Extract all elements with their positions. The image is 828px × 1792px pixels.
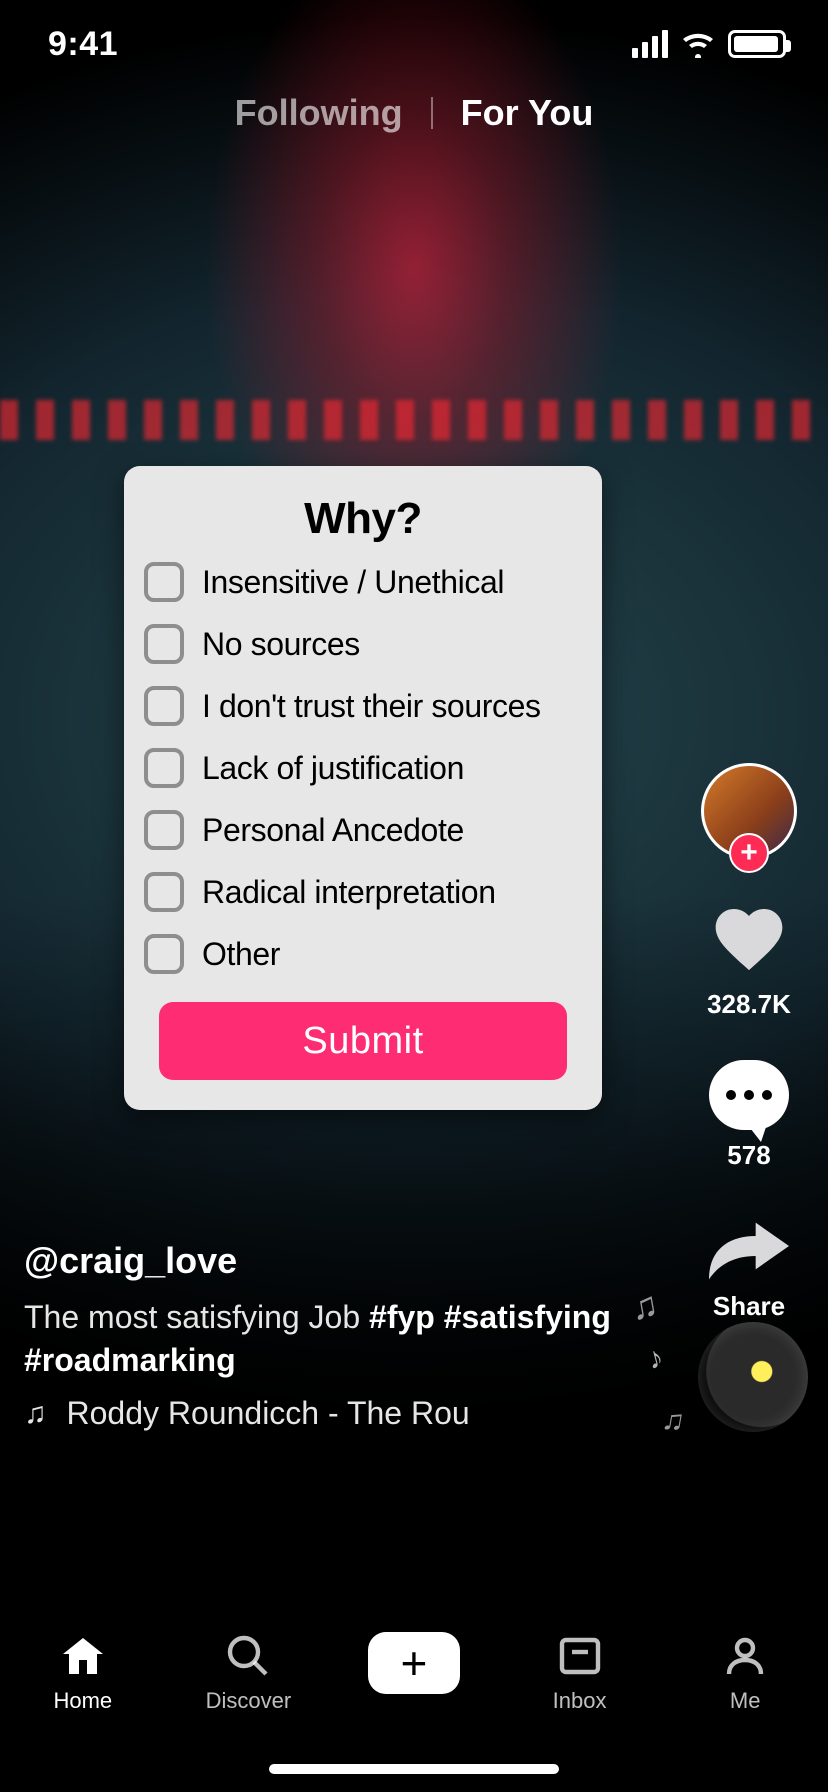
option-other[interactable]: Other [144, 934, 582, 974]
tab-home[interactable]: Home [18, 1632, 148, 1714]
option-radical-interpretation[interactable]: Radical interpretation [144, 872, 582, 912]
like-count: 328.7K [707, 989, 791, 1020]
option-no-sources[interactable]: No sources [144, 624, 582, 664]
modal-title: Why? [142, 494, 584, 544]
cellular-icon [632, 30, 668, 58]
caption-text: The most satisfying Job #fyp #satisfying… [24, 1296, 648, 1382]
status-bar: 9:41 [0, 0, 828, 88]
tab-me-label: Me [730, 1688, 761, 1714]
tab-discover[interactable]: Discover [183, 1632, 313, 1714]
plus-icon: + [401, 1640, 428, 1686]
wifi-icon [680, 30, 716, 58]
follow-plus-icon[interactable]: + [729, 833, 769, 873]
option-label: Insensitive / Unethical [202, 564, 504, 601]
checkbox[interactable] [144, 934, 184, 974]
option-dont-trust-sources[interactable]: I don't trust their sources [144, 686, 582, 726]
tab-create[interactable]: + [349, 1632, 479, 1694]
like-button[interactable]: 328.7K [707, 899, 791, 1020]
music-note-icon: ♫ [24, 1397, 47, 1431]
checkbox[interactable] [144, 748, 184, 788]
share-icon [709, 1211, 789, 1281]
why-modal: Why? Insensitive / Unethical No sources … [124, 466, 602, 1110]
option-label: Radical interpretation [202, 874, 496, 911]
checkbox[interactable] [144, 562, 184, 602]
tab-inbox-label: Inbox [553, 1688, 607, 1714]
modal-options-list: Insensitive / Unethical No sources I don… [142, 562, 584, 974]
option-label: Other [202, 936, 280, 973]
home-indicator[interactable] [269, 1764, 559, 1774]
caption-plain: The most satisfying Job [24, 1299, 369, 1335]
checkbox[interactable] [144, 686, 184, 726]
comment-icon [709, 1060, 789, 1130]
tab-following[interactable]: Following [235, 92, 403, 134]
option-label: Personal Ancedote [202, 812, 464, 849]
search-icon [224, 1632, 272, 1680]
option-lack-justification[interactable]: Lack of justification [144, 748, 582, 788]
home-icon [59, 1632, 107, 1680]
feed-tabs: Following For You [0, 92, 828, 134]
create-button[interactable]: + [368, 1632, 460, 1694]
sound-disc[interactable]: ♪ ♫ [698, 1322, 808, 1432]
status-icons [632, 30, 786, 58]
tab-inbox[interactable]: Inbox [515, 1632, 645, 1714]
option-label: No sources [202, 626, 360, 663]
submit-button[interactable]: Submit [159, 1002, 567, 1080]
battery-icon [728, 30, 786, 58]
tab-discover-label: Discover [206, 1688, 292, 1714]
tab-divider [431, 97, 433, 129]
tab-for-you[interactable]: For You [461, 92, 594, 134]
status-time: 9:41 [48, 25, 118, 64]
heart-icon [709, 899, 789, 979]
author-username[interactable]: @craig_love [24, 1240, 648, 1282]
checkbox[interactable] [144, 810, 184, 850]
comment-button[interactable]: 578 [709, 1060, 789, 1171]
option-personal-anecdote[interactable]: Personal Ancedote [144, 810, 582, 850]
person-icon [721, 1632, 769, 1680]
tab-me[interactable]: Me [680, 1632, 810, 1714]
video-caption: @craig_love The most satisfying Job #fyp… [24, 1240, 648, 1382]
option-label: I don't trust their sources [202, 688, 541, 725]
option-insensitive[interactable]: Insensitive / Unethical [144, 562, 582, 602]
action-rail: + 328.7K 578 Share [694, 763, 804, 1322]
share-button[interactable]: Share [709, 1211, 789, 1322]
option-label: Lack of justification [202, 750, 464, 787]
comment-count: 578 [727, 1140, 770, 1171]
sound-name: Roddy Roundicch - The Rou [67, 1395, 470, 1432]
inbox-icon [556, 1632, 604, 1680]
sound-marquee[interactable]: ♫ Roddy Roundicch - The Rou [24, 1395, 628, 1432]
tab-home-label: Home [53, 1688, 112, 1714]
share-label: Share [713, 1291, 785, 1322]
author-avatar[interactable]: + [701, 763, 797, 859]
checkbox[interactable] [144, 872, 184, 912]
checkbox[interactable] [144, 624, 184, 664]
